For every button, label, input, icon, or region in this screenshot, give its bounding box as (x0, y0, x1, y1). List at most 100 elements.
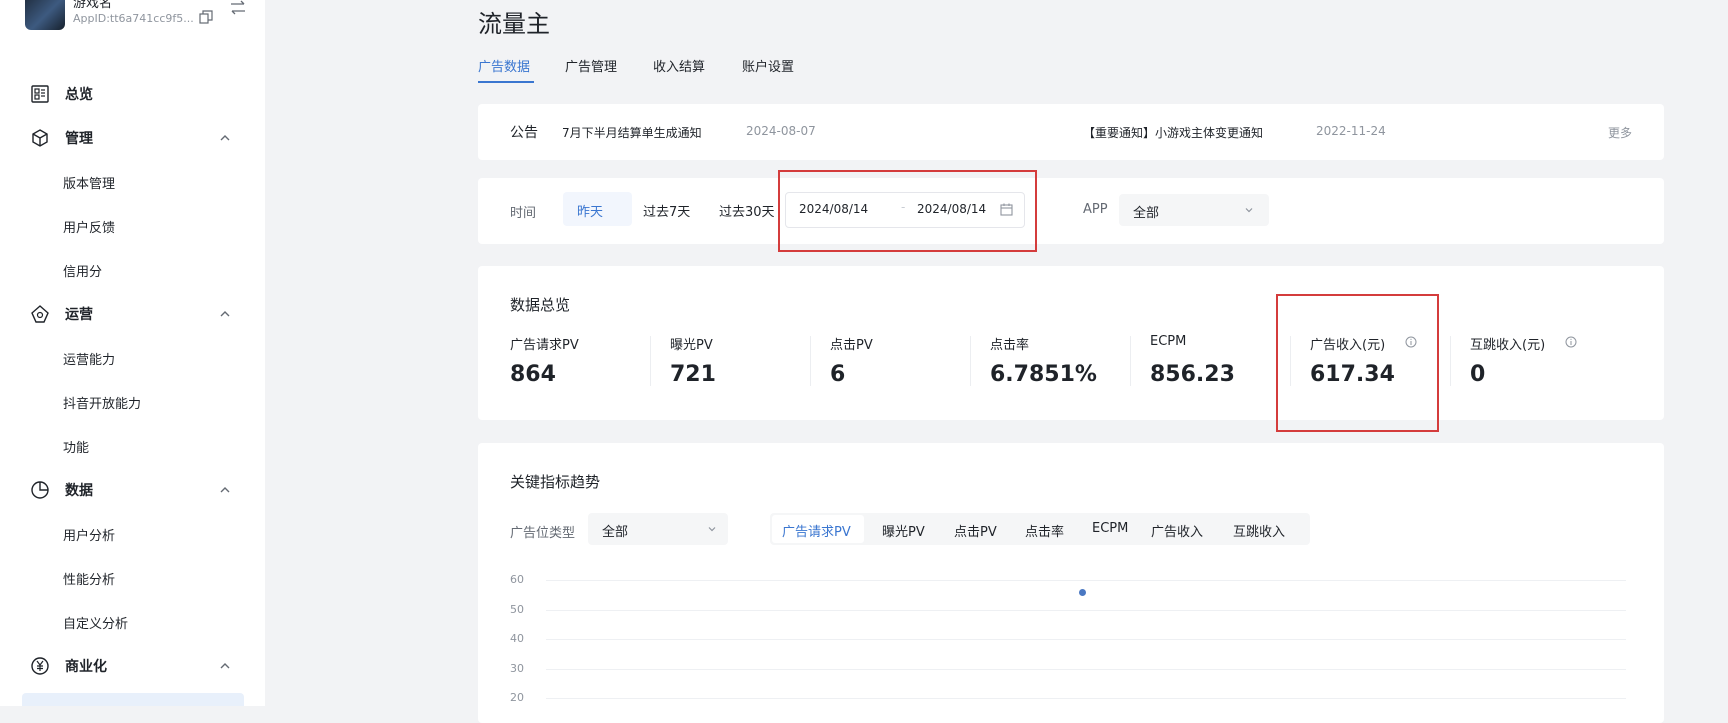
sidebar-item-performance-analysis[interactable]: 性能分析 (63, 569, 243, 588)
metric-label: 互跳收入(元) (1470, 338, 1546, 353)
ad-type-label: 广告位类型 (510, 526, 576, 541)
chevron-up-icon[interactable] (218, 483, 232, 497)
tab-income-settlement[interactable]: 收入结算 (653, 56, 705, 75)
sidebar-item-version-manage[interactable]: 版本管理 (63, 173, 243, 192)
sidebar: 游戏名 AppID:tt6a741cc9f5... 总览 管理 版本管理 用户反… (0, 0, 265, 706)
metric-label: 点击PV (830, 338, 873, 353)
filter-bar: 时间 昨天 过去7天 过去30天 2024/08/14 - 2024/08/14… (478, 178, 1664, 244)
quick-range-30-days[interactable]: 过去30天 (719, 201, 775, 220)
app-avatar[interactable] (25, 0, 65, 30)
quick-range-yesterday[interactable]: 昨天 (577, 201, 603, 220)
data-overview-card: 数据总览 广告请求PV 864 曝光PV 721 点击PV 6 点击率 6.78… (478, 266, 1664, 420)
metric-cross-jump-revenue: 互跳收入(元) 0 (1470, 334, 1620, 394)
overview-title: 数据总览 (510, 296, 571, 314)
y-tick-label: 40 (510, 632, 524, 645)
page-title: 流量主 (478, 10, 550, 38)
sidebar-item-user-analysis[interactable]: 用户分析 (63, 525, 243, 544)
grid-line (546, 698, 1626, 699)
pie-chart-icon (30, 480, 50, 500)
notice-item-date: 2024-08-07 (746, 124, 816, 138)
metric-divider (1450, 336, 1451, 386)
notice-item-link[interactable]: 【重要通知】小游戏主体变更通知 (1083, 124, 1263, 141)
metric-label: ECPM (1150, 334, 1187, 349)
metric-tab-exposure-pv[interactable]: 曝光PV (882, 521, 925, 540)
y-tick-label: 20 (510, 691, 524, 704)
grid-line (546, 609, 1626, 611)
app-select[interactable]: 全部 (1119, 194, 1269, 226)
ad-revenue-highlight-box (1276, 294, 1439, 432)
metric-label: 曝光PV (670, 338, 713, 353)
app-id: AppID:tt6a741cc9f5... (73, 12, 194, 25)
sidebar-item-operation-ability[interactable]: 运营能力 (63, 349, 243, 368)
chevron-up-icon[interactable] (218, 131, 232, 145)
sidebar-item-traffic-owner[interactable] (22, 693, 244, 706)
cube-icon (30, 128, 50, 148)
nav-data[interactable]: 数据 (30, 478, 240, 502)
metric-divider (1130, 336, 1131, 386)
app-label: APP (1083, 202, 1108, 217)
nav-overview-label: 总览 (65, 87, 93, 103)
metric-label: 广告请求PV (510, 338, 579, 353)
nav-overview[interactable]: 总览 (30, 82, 240, 106)
chevron-up-icon[interactable] (218, 307, 232, 321)
key-metric-trend-card: 关键指标趋势 广告位类型 全部 广告请求PV 曝光PV 点击PV 点击率 ECP… (478, 443, 1664, 723)
notice-item-link[interactable]: 7月下半月结算单生成通知 (562, 124, 702, 141)
date-range-highlight-box (778, 170, 1037, 252)
app-header: 游戏名 AppID:tt6a741cc9f5... (25, 0, 255, 34)
metric-click-pv: 点击PV 6 (830, 334, 980, 394)
metric-tab-ad-request-pv[interactable]: 广告请求PV (782, 521, 851, 540)
sidebar-item-douyin-open-ability[interactable]: 抖音开放能力 (63, 393, 243, 412)
operations-icon (30, 304, 50, 324)
metric-tab-click-rate[interactable]: 点击率 (1025, 521, 1064, 540)
quick-range-7-days[interactable]: 过去7天 (643, 201, 690, 220)
info-icon[interactable] (1565, 336, 1577, 348)
metric-label: 点击率 (990, 338, 1030, 353)
time-label: 时间 (510, 206, 537, 221)
grid-line (546, 580, 1626, 581)
dashboard-icon (30, 84, 50, 104)
metric-divider (970, 336, 971, 386)
metric-exposure-pv: 曝光PV 721 (670, 334, 820, 394)
sidebar-item-features[interactable]: 功能 (63, 437, 243, 456)
y-tick-label: 60 (510, 573, 524, 586)
chevron-up-icon[interactable] (218, 659, 232, 673)
tab-ad-manage[interactable]: 广告管理 (565, 56, 617, 75)
tab-account-settings[interactable]: 账户设置 (742, 56, 794, 75)
nav-data-label: 数据 (65, 483, 93, 499)
notice-item-date: 2022-11-24 (1316, 124, 1386, 138)
tab-ad-data[interactable]: 广告数据 (478, 56, 530, 75)
sidebar-item-user-feedback[interactable]: 用户反馈 (63, 217, 243, 236)
metric-value: 6.7851% (990, 362, 1097, 387)
app-name: 游戏名 (73, 0, 113, 11)
active-tab-indicator (478, 81, 534, 83)
copy-icon[interactable] (199, 10, 213, 24)
ad-type-select[interactable]: 全部 (588, 513, 728, 545)
chevron-down-icon (1245, 208, 1253, 213)
nav-manage[interactable]: 管理 (30, 126, 240, 150)
switch-app-icon[interactable] (229, 0, 247, 16)
chevron-down-icon (708, 527, 716, 532)
nav-operations[interactable]: 运营 (30, 302, 240, 326)
metric-tab-ecpm[interactable]: ECPM (1092, 521, 1128, 536)
metric-value: 864 (510, 362, 556, 387)
metric-value: 6 (830, 362, 846, 387)
metric-value: 0 (1470, 362, 1486, 387)
nav-monetization[interactable]: 商业化 (30, 654, 240, 678)
data-point[interactable] (1079, 588, 1086, 596)
sidebar-item-credit-score[interactable]: 信用分 (63, 261, 243, 280)
nav-monetization-label: 商业化 (65, 659, 107, 675)
nav-operations-label: 运营 (65, 307, 93, 323)
notice-more-link[interactable]: 更多 (1608, 124, 1632, 141)
metric-tab-cross-jump-revenue[interactable]: 互跳收入 (1233, 521, 1285, 540)
metric-divider (650, 336, 651, 386)
metric-tab-click-pv[interactable]: 点击PV (954, 521, 997, 540)
sidebar-item-custom-analysis[interactable]: 自定义分析 (63, 613, 243, 632)
metric-tab-ad-revenue[interactable]: 广告收入 (1151, 521, 1203, 540)
app-select-value: 全部 (1133, 206, 1160, 221)
trend-title: 关键指标趋势 (510, 473, 601, 491)
metric-tab-group: 广告请求PV 曝光PV 点击PV 点击率 ECPM 广告收入 互跳收入 (770, 513, 1310, 545)
metric-value: 721 (670, 362, 716, 387)
metric-divider (810, 336, 811, 386)
nav-manage-label: 管理 (65, 131, 93, 147)
grid-line (546, 639, 1626, 640)
